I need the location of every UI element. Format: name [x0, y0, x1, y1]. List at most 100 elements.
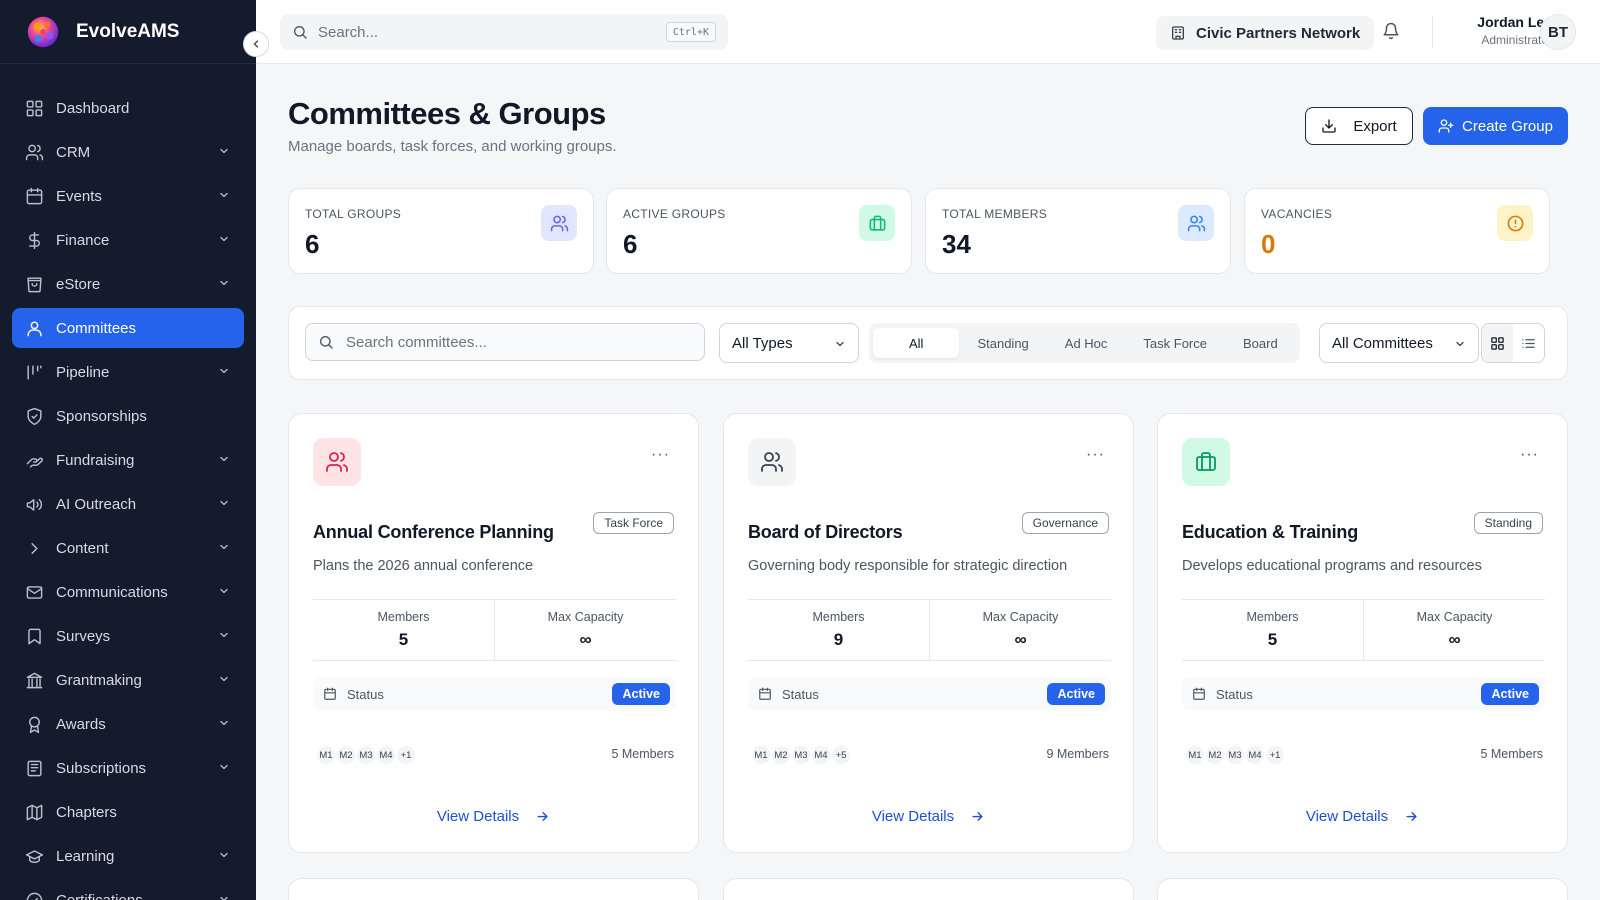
sidebar-item-label: eStore: [56, 275, 101, 293]
expand-chevron[interactable]: [218, 849, 230, 861]
avatar[interactable]: BT: [1540, 14, 1576, 50]
expand-chevron[interactable]: [218, 541, 230, 553]
brand[interactable]: EvolveAMS: [0, 0, 256, 64]
sidebar-item-label: Content: [56, 539, 109, 557]
sidebar-item-subscriptions[interactable]: Subscriptions: [12, 748, 244, 788]
stat-icon-wrap: [541, 205, 577, 241]
grid-icon: [1491, 336, 1504, 350]
pipeline-icon: [26, 364, 42, 380]
more-options-icon[interactable]: ···: [1086, 446, 1105, 464]
tab-board[interactable]: Board: [1225, 328, 1296, 358]
more-options-icon[interactable]: ···: [651, 446, 670, 464]
capacity-value: ∞: [1014, 630, 1027, 649]
sidebar-item-label: Certifications: [56, 891, 143, 900]
committee-card[interactable]: [288, 878, 699, 900]
view-toggle: [1481, 323, 1545, 363]
member-avatar: +1: [1264, 744, 1286, 766]
sidebar-item-chapters[interactable]: Chapters: [12, 792, 244, 832]
sidebar-item-pipeline[interactable]: Pipeline: [12, 352, 244, 392]
capacity-stat: Max Capacity ∞: [929, 600, 1111, 660]
chevron-down-icon: [220, 632, 228, 638]
tab-task-force[interactable]: Task Force: [1125, 328, 1225, 358]
committee-card[interactable]: [723, 878, 1134, 900]
view-details-link[interactable]: View Details: [1158, 808, 1567, 825]
expand-chevron[interactable]: [218, 761, 230, 773]
sidebar-icon-wrap: [24, 450, 44, 470]
global-search-input[interactable]: Search... Ctrl+K: [280, 14, 728, 50]
grid-view-button[interactable]: [1482, 324, 1513, 362]
capacity-stat: Max Capacity ∞: [494, 600, 676, 660]
stat-icon-wrap: [1178, 205, 1214, 241]
sidebar-icon-wrap: [24, 274, 44, 294]
scope-select[interactable]: All Committees: [1319, 323, 1479, 363]
view-details-link[interactable]: View Details: [724, 808, 1133, 825]
sidebar-icon-wrap: [24, 494, 44, 514]
committee-card[interactable]: ··· Education & Training Standing Develops …: [1157, 413, 1568, 853]
committee-card[interactable]: ··· Annual Conference Planning Task Force P…: [288, 413, 699, 853]
tab-ad-hoc[interactable]: Ad Hoc: [1047, 328, 1126, 358]
collapse-sidebar-button[interactable]: [243, 31, 269, 57]
view-details-link[interactable]: View Details: [289, 808, 698, 825]
sidebar-item-events[interactable]: Events: [12, 176, 244, 216]
expand-chevron[interactable]: [218, 673, 230, 685]
hand-heart-icon: [26, 457, 43, 468]
sidebar-item-committees[interactable]: Committees: [12, 308, 244, 348]
sidebar-item-certifications[interactable]: Certifications: [12, 880, 244, 900]
create-group-label: Create Group: [1462, 117, 1553, 135]
status-row: Status Active: [1182, 677, 1545, 711]
graduation-cap-icon: [25, 849, 43, 863]
expand-chevron[interactable]: [218, 585, 230, 597]
expand-chevron[interactable]: [218, 365, 230, 377]
expand-chevron[interactable]: [218, 277, 230, 289]
sidebar-item-label: Subscriptions: [56, 759, 147, 777]
committee-card[interactable]: ··· Board of Directors Governance Governing…: [723, 413, 1134, 853]
sidebar-icon-wrap: [24, 626, 44, 646]
sidebar-item-estore[interactable]: eStore: [12, 264, 244, 304]
sidebar-item-sponsorships[interactable]: Sponsorships: [12, 396, 244, 436]
sidebar-item-label: Fundraising: [56, 451, 135, 469]
stat-value: 34: [942, 229, 971, 259]
organization-switcher[interactable]: Civic Partners Network: [1156, 16, 1375, 50]
sidebar-item-finance[interactable]: Finance: [12, 220, 244, 260]
card-title: Education & Training: [1182, 522, 1359, 542]
export-button[interactable]: Export: [1305, 107, 1413, 145]
list-view-button[interactable]: [1513, 324, 1544, 362]
committee-card[interactable]: [1157, 878, 1568, 900]
sidebar-item-learning[interactable]: Learning: [12, 836, 244, 876]
brand-name: EvolveAMS: [76, 20, 180, 42]
sidebar-item-crm[interactable]: CRM: [12, 132, 244, 172]
type-select[interactable]: All Types: [719, 323, 859, 363]
expand-chevron[interactable]: [218, 717, 230, 729]
chevron-down-icon: [220, 544, 228, 550]
sidebar-item-grantmaking[interactable]: Grantmaking: [12, 660, 244, 700]
committee-search-input[interactable]: Search committees...: [305, 323, 705, 361]
sidebar-item-awards[interactable]: Awards: [12, 704, 244, 744]
expand-chevron[interactable]: [218, 893, 230, 900]
sidebar-item-content[interactable]: Content: [12, 528, 244, 568]
sidebar-item-communications[interactable]: Communications: [12, 572, 244, 612]
expand-chevron[interactable]: [218, 189, 230, 201]
expand-chevron[interactable]: [218, 629, 230, 641]
status-row: Status Active: [748, 677, 1111, 711]
sidebar-item-dashboard[interactable]: Dashboard: [12, 88, 244, 128]
tab-all[interactable]: All: [873, 328, 960, 358]
member-avatar: M4: [1244, 744, 1266, 766]
sidebar-item-surveys[interactable]: Surveys: [12, 616, 244, 656]
expand-chevron[interactable]: [218, 145, 230, 157]
expand-chevron[interactable]: [218, 497, 230, 509]
expand-chevron[interactable]: [218, 453, 230, 465]
map-icon: [26, 804, 42, 820]
more-options-icon[interactable]: ···: [1520, 446, 1539, 464]
members-count: 5 Members: [611, 747, 674, 761]
sidebar-item-fundraising[interactable]: Fundraising: [12, 440, 244, 480]
stat-value: 0: [1261, 229, 1276, 259]
sidebar-item-label: CRM: [56, 143, 91, 161]
tab-standing[interactable]: Standing: [959, 328, 1046, 358]
sidebar-item-ai-outreach[interactable]: AI Outreach: [12, 484, 244, 524]
notifications-button[interactable]: [1382, 22, 1400, 40]
create-group-button[interactable]: Create Group: [1423, 107, 1568, 145]
user-menu[interactable]: Jordan Lee Administrator: [1446, 14, 1552, 47]
stat-label: ACTIVE GROUPS: [623, 207, 726, 221]
capacity-label: Max Capacity: [982, 610, 1059, 624]
expand-chevron[interactable]: [218, 233, 230, 245]
